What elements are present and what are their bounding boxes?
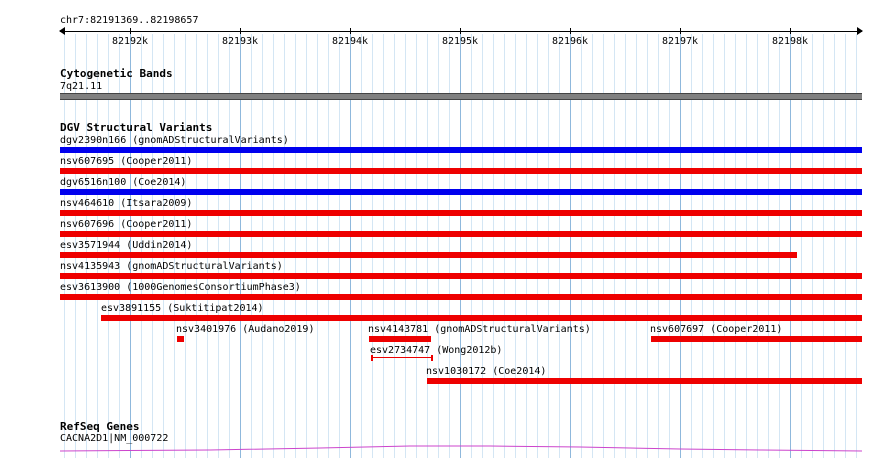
variant-feature-bar[interactable]	[177, 336, 184, 342]
variant-feature-bar[interactable]	[60, 147, 862, 153]
variant-label[interactable]: nsv607695 (Cooper2011)	[60, 156, 192, 167]
variant-label[interactable]: nsv4135943 (gnomADStructuralVariants)	[60, 261, 283, 272]
variant-feature-bar[interactable]	[371, 355, 433, 361]
ruler-tick-label: 82198k	[771, 36, 809, 47]
ruler-tick	[570, 28, 571, 34]
variant-feature-bar[interactable]	[101, 315, 862, 321]
refseq-gene-line[interactable]	[60, 442, 862, 454]
ruler-left-arrow-icon[interactable]	[59, 27, 65, 35]
ruler-tick-label: 82193k	[221, 36, 259, 47]
variant-feature-bar[interactable]	[651, 336, 862, 342]
variant-label[interactable]: nsv607696 (Cooper2011)	[60, 219, 192, 230]
ruler-tick-label: 82196k	[551, 36, 589, 47]
ruler-tick	[460, 28, 461, 34]
cytoband-label: 7q21.11	[60, 81, 103, 92]
variant-feature-bar[interactable]	[369, 336, 431, 342]
ruler-tick	[790, 28, 791, 34]
variant-feature-bar[interactable]	[60, 252, 797, 258]
ruler-tick-label: 82197k	[661, 36, 699, 47]
ruler-tick	[680, 28, 681, 34]
ruler-tick	[240, 28, 241, 34]
variant-label[interactable]: nsv4143781 (gnomADStructuralVariants)	[368, 324, 591, 335]
variant-feature-bar[interactable]	[60, 231, 862, 237]
variant-label[interactable]: esv3571944 (Uddin2014)	[60, 240, 192, 251]
variant-label[interactable]: esv3891155 (Suktitipat2014)	[101, 303, 264, 314]
variant-label[interactable]: dgv2390n166 (gnomADStructuralVariants)	[60, 135, 289, 146]
ruler-tick-label: 82195k	[441, 36, 479, 47]
variant-feature-bar[interactable]	[427, 378, 862, 384]
variant-label[interactable]: nsv464610 (Itsara2009)	[60, 198, 192, 209]
refseq-track-title: RefSeq Genes	[60, 420, 140, 433]
variant-label[interactable]: dgv6516n100 (Coe2014)	[60, 177, 186, 188]
variant-feature-bar[interactable]	[60, 273, 862, 279]
dgv-track-title: DGV Structural Variants	[60, 121, 213, 134]
variant-label[interactable]: nsv3401976 (Audano2019)	[176, 324, 314, 335]
cytoband-bar[interactable]	[60, 93, 862, 100]
ruler-tick	[350, 28, 351, 34]
variant-label[interactable]: nsv1030172 (Coe2014)	[426, 366, 546, 377]
cytoband-track-title: Cytogenetic Bands	[60, 67, 173, 80]
variant-feature-bar[interactable]	[60, 189, 862, 195]
variant-label[interactable]: esv3613900 (1000GenomesConsortiumPhase3)	[60, 282, 301, 293]
variant-feature-bar[interactable]	[60, 168, 862, 174]
ruler-tick-label: 82194k	[331, 36, 369, 47]
ruler-axis-line	[60, 31, 862, 32]
ruler-tick	[130, 28, 131, 34]
variant-feature-bar[interactable]	[60, 294, 862, 300]
ruler-coordinate: chr7:82191369..82198657	[60, 15, 199, 26]
variant-feature-bar[interactable]	[60, 210, 862, 216]
variant-label[interactable]: nsv607697 (Cooper2011)	[650, 324, 782, 335]
ruler-tick-label: 82192k	[111, 36, 149, 47]
ruler-right-arrow-icon[interactable]	[857, 27, 863, 35]
